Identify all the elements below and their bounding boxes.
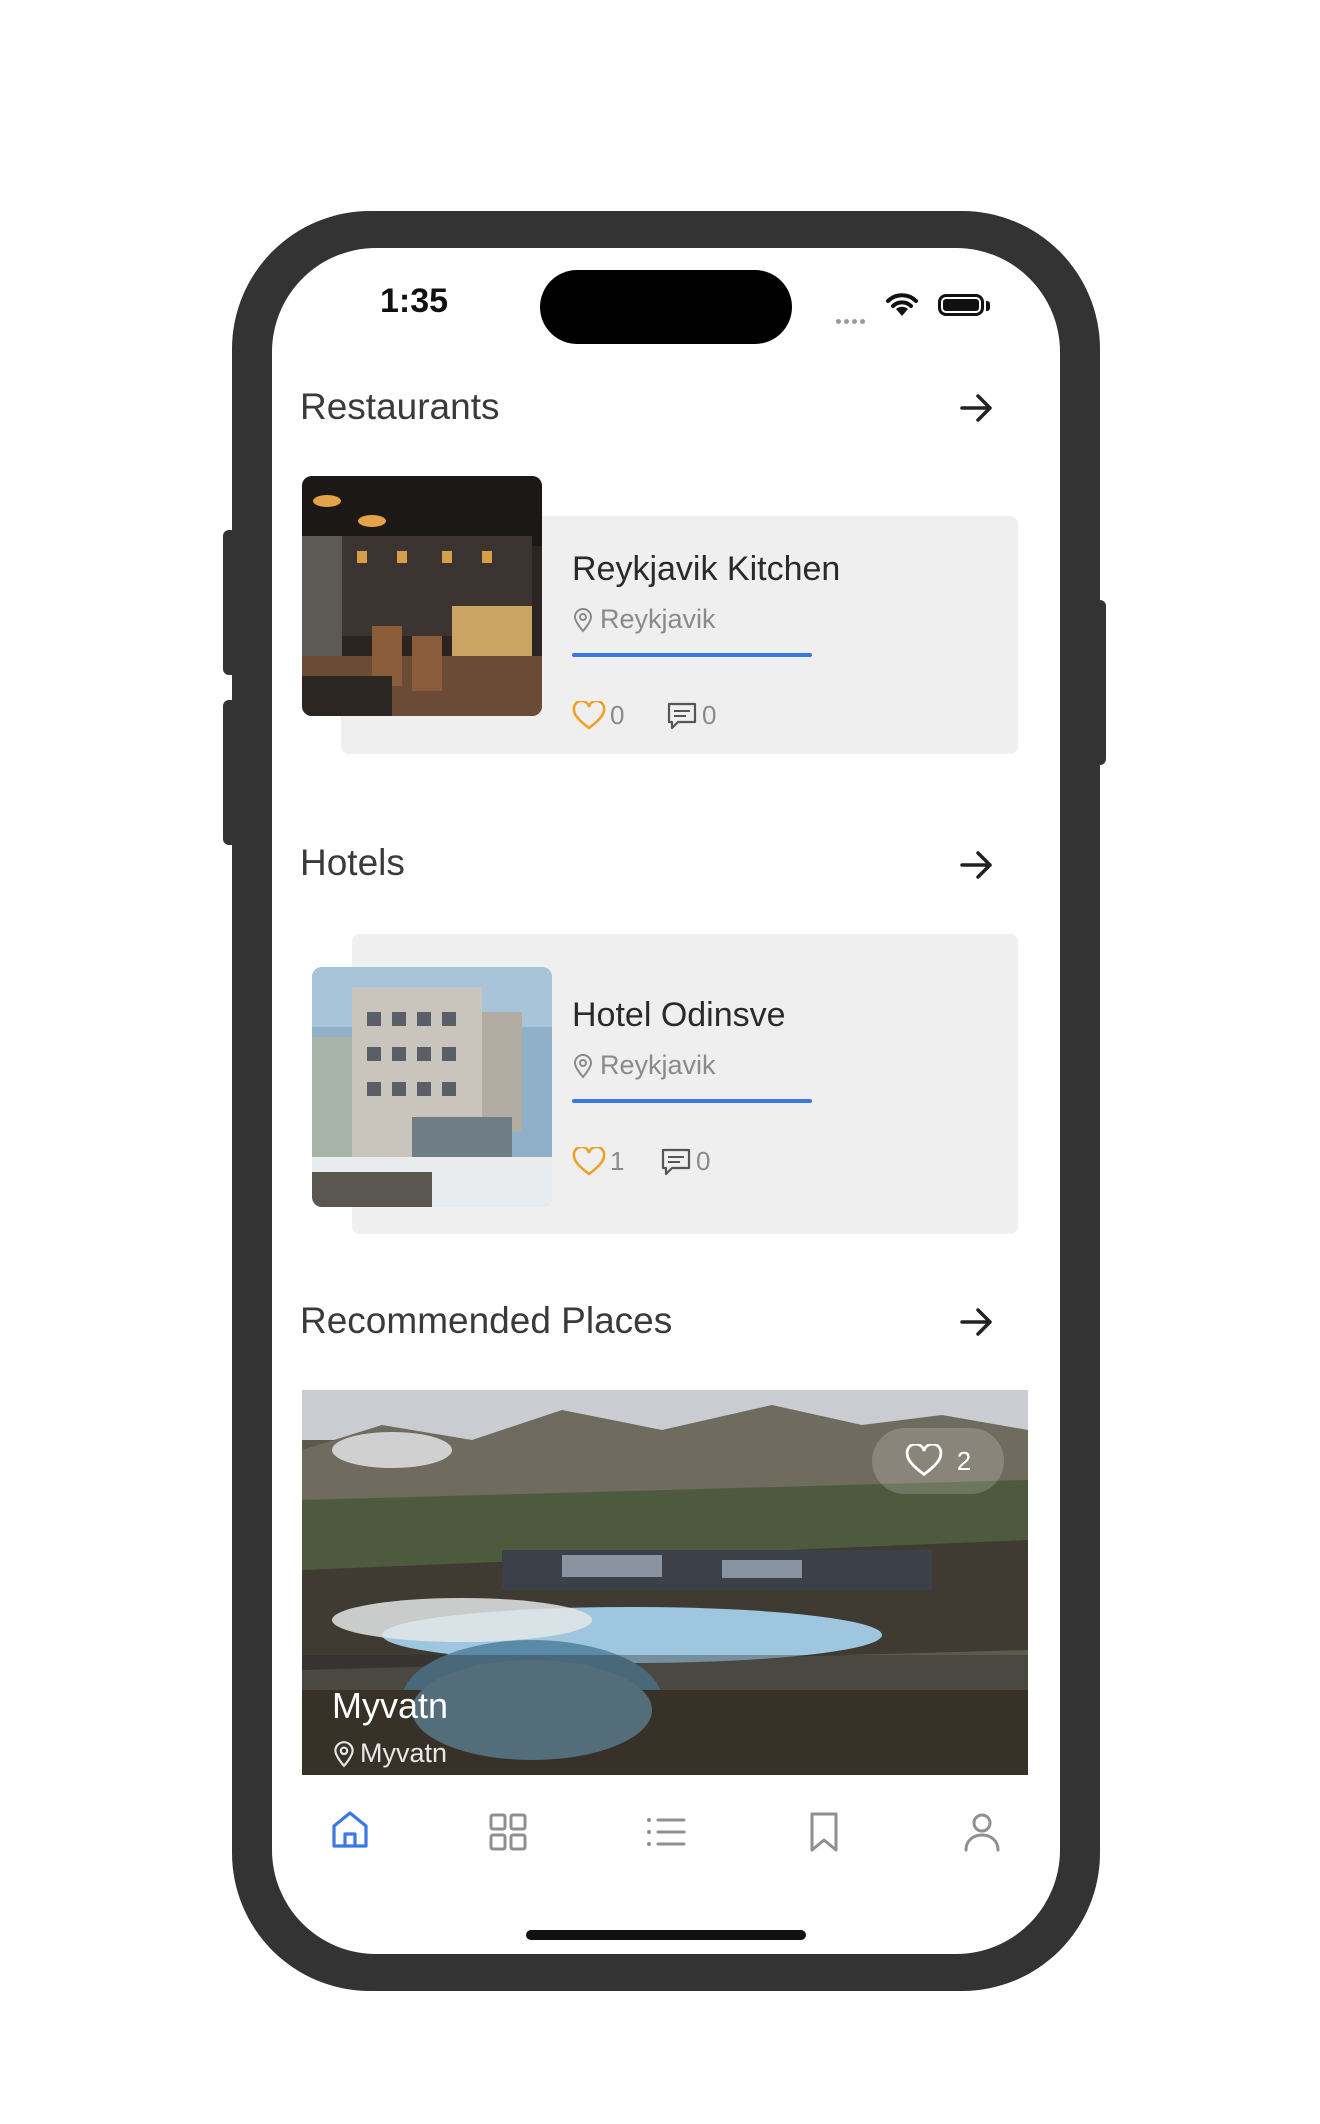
hotels-title: Hotels	[300, 842, 405, 883]
hotel-comments[interactable]: 0	[660, 1146, 710, 1177]
heart-icon	[572, 700, 606, 730]
place-location-text: Myvatn	[360, 1738, 448, 1768]
volume-down-button	[223, 700, 237, 845]
location-pin-icon	[334, 1740, 354, 1767]
heart-icon	[572, 1146, 606, 1176]
restaurant-comments-count: 0	[702, 700, 717, 730]
hotel-comments-count: 0	[696, 1146, 711, 1176]
profile-icon[interactable]	[960, 1810, 1004, 1854]
home-indicator[interactable]	[526, 1930, 806, 1940]
grid-icon[interactable]	[486, 1810, 530, 1854]
restaurant-location: Reykjavik	[572, 604, 716, 635]
heart-icon	[905, 1444, 943, 1477]
hotel-name: Hotel Odinsve	[572, 996, 786, 1034]
hotel-likes[interactable]: 1	[572, 1146, 624, 1177]
restaurant-comments[interactable]: 0	[666, 700, 716, 731]
restaurant-image	[302, 476, 542, 716]
hotel-location-text: Reykjavik	[600, 1050, 716, 1080]
place-location: Myvatn	[332, 1738, 447, 1769]
place-like-button[interactable]: 2	[872, 1428, 1004, 1494]
volume-up-button	[223, 530, 237, 675]
signal-icon	[836, 311, 868, 329]
recommended-title: Recommended Places	[300, 1300, 673, 1341]
hotel-location: Reykjavik	[572, 1050, 716, 1081]
restaurant-location-text: Reykjavik	[600, 604, 716, 634]
hotel-image	[312, 967, 552, 1207]
restaurant-likes[interactable]: 0	[572, 700, 624, 731]
list-icon[interactable]	[644, 1810, 688, 1854]
comment-icon	[667, 702, 697, 729]
restaurants-title: Restaurants	[300, 386, 500, 427]
battery-nub	[986, 301, 990, 311]
battery-icon	[938, 294, 984, 316]
restaurant-divider	[572, 653, 812, 657]
comment-icon	[661, 1148, 691, 1175]
restaurant-likes-count: 0	[610, 700, 625, 730]
restaurant-name: Reykjavik Kitchen	[572, 550, 841, 588]
recommended-arrow-icon[interactable]	[958, 1303, 996, 1341]
wifi-icon	[886, 293, 918, 316]
hotel-likes-count: 1	[610, 1146, 625, 1176]
dynamic-island	[540, 270, 792, 344]
location-pin-icon	[573, 607, 593, 633]
status-time: 1:35	[380, 282, 449, 320]
hotels-arrow-icon[interactable]	[958, 846, 996, 884]
bookmark-icon[interactable]	[802, 1810, 846, 1854]
power-button	[1092, 600, 1106, 765]
hotel-divider	[572, 1099, 812, 1103]
place-likes-count: 2	[956, 1445, 972, 1476]
restaurants-arrow-icon[interactable]	[958, 389, 996, 427]
place-name: Myvatn	[332, 1685, 449, 1726]
location-pin-icon	[573, 1053, 593, 1079]
home-icon[interactable]	[328, 1808, 372, 1852]
